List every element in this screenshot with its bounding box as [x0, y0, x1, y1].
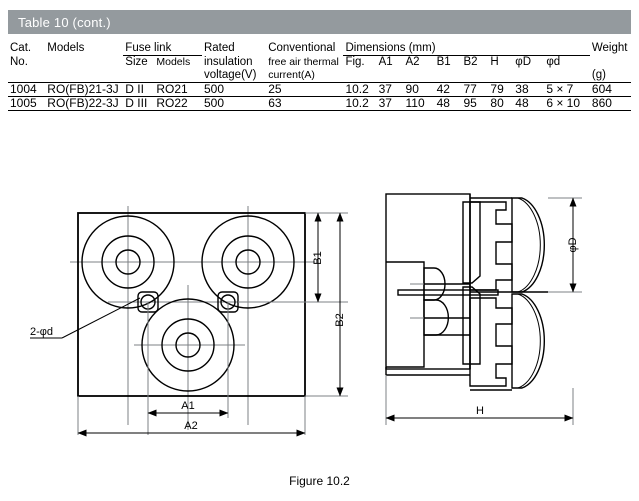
- header-weight-line2: (g): [591, 69, 606, 81]
- table-header-row-1: Cat. Models Fuse link Rated Conventional…: [8, 42, 631, 56]
- cell-rated-voltage: 500: [203, 96, 225, 110]
- cell-models: RO(FB)21-3J: [47, 82, 119, 96]
- header-spacer-e: [343, 69, 376, 83]
- header-spacer-h: [435, 69, 462, 83]
- side-cap-upper: [469, 197, 545, 293]
- dimension-b1-label: B1: [312, 251, 324, 264]
- header-spacer-i: [462, 69, 489, 83]
- header-dimensions-group: Dimensions (mm): [343, 42, 590, 56]
- header-spacer-a: [8, 69, 45, 83]
- front-view-vertical-dimensions: B1 B2: [238, 212, 348, 397]
- cell-a1: 37: [378, 96, 392, 110]
- header-phi-d-capital: φD: [515, 56, 532, 68]
- header-a1: A1: [378, 56, 393, 68]
- header-spacer-c: [123, 69, 154, 83]
- cell-a1: 37: [378, 82, 392, 96]
- side-view-h-dimension: H: [385, 375, 574, 425]
- cell-phi-D: 38: [515, 82, 529, 96]
- hole-callout-label: 2-φd: [30, 326, 53, 338]
- side-body-block: [385, 193, 471, 370]
- side-inner-fin-upper: [462, 201, 481, 284]
- specification-table: Cat. Models Fuse link Rated Conventional…: [8, 42, 631, 111]
- dimension-h-label: H: [476, 405, 484, 417]
- header-spacer-j: [488, 69, 513, 83]
- side-cap-lower: [469, 293, 545, 391]
- side-base-plate: [386, 261, 425, 368]
- header-cat-no-line2: No.: [10, 55, 28, 68]
- cell-models: RO(FB)22-3J: [47, 96, 119, 110]
- table-title-text: Table 10 (cont.): [18, 14, 111, 30]
- cell-fig: 10.2: [345, 96, 369, 110]
- header-rated-line3: voltage(V): [203, 69, 257, 81]
- cell-a2: 110: [405, 96, 425, 110]
- header-conventional-line3: current(A): [268, 69, 315, 81]
- cell-rated-voltage: 500: [203, 82, 225, 96]
- front-view: 2-φd B1 B2 A1 A2: [30, 206, 348, 437]
- cell-cat-no: 1004: [10, 82, 37, 96]
- side-terminal-screw-lower: [410, 299, 470, 336]
- header-spacer-k: [513, 69, 544, 83]
- cell-b2: 77: [463, 82, 477, 96]
- cell-fuse-models: RO22: [156, 96, 188, 110]
- header-b1: B1: [436, 56, 451, 68]
- cell-conventional-current: 25: [268, 82, 282, 96]
- header-models-spacer: [45, 56, 123, 70]
- cell-h: 79: [490, 82, 504, 96]
- table-row: 1004 RO(FB)21-3J D II RO21 500 25 10.2 3…: [8, 83, 631, 97]
- header-cat-no-line1: Cat.: [10, 42, 32, 54]
- header-a2: A2: [405, 56, 420, 68]
- header-models: Models: [47, 42, 85, 54]
- header-weight-line1: Weight: [591, 42, 628, 54]
- technical-drawing: 2-φd B1 B2 A1 A2 φD H: [0, 180, 639, 460]
- side-view: φD H: [385, 193, 582, 425]
- header-fuse-link-group: Fuse link: [123, 42, 202, 56]
- cell-phi-D: 48: [515, 96, 529, 110]
- cell-b1: 48: [436, 96, 450, 110]
- cell-fuse-models: RO21: [156, 82, 188, 96]
- cell-b1: 42: [436, 82, 450, 96]
- header-fuse-size: Size: [125, 56, 148, 68]
- table-row: 1005 RO(FB)22-3J D III RO22 500 63 10.2 …: [8, 97, 631, 111]
- header-fuse-models: Models: [156, 56, 191, 68]
- header-conventional-line2: free air thermal: [268, 55, 339, 68]
- header-conventional-line1: Conventional: [268, 42, 336, 54]
- cell-a2: 90: [405, 82, 419, 96]
- header-spacer-f: [377, 69, 404, 83]
- dimension-a1-label: A1: [181, 400, 194, 412]
- cell-fuse-size: D III: [125, 96, 148, 110]
- cell-weight: 604: [591, 82, 612, 96]
- header-spacer-d: [154, 69, 202, 83]
- cell-phi-d: 6 × 10: [546, 96, 581, 110]
- header-h: H: [490, 56, 499, 68]
- table-header-row-2: No. Size Models insulation free air ther…: [8, 56, 631, 70]
- header-spacer-b: [45, 69, 123, 83]
- header-phi-d-lower: φd: [546, 56, 561, 68]
- header-spacer-g: [404, 69, 435, 83]
- header-weight-spacer: [590, 56, 631, 70]
- cell-h: 80: [490, 96, 504, 110]
- cell-conventional-current: 63: [268, 96, 282, 110]
- cell-weight: 860: [591, 96, 612, 110]
- side-view-phi-d-dimension: φD: [548, 197, 582, 293]
- dimension-a2-label: A2: [184, 420, 197, 432]
- figure-caption: Figure 10.2: [289, 474, 350, 488]
- cell-cat-no: 1005: [10, 96, 37, 110]
- table-header-row-3: voltage(V) current(A) (g): [8, 69, 631, 83]
- front-view-horizontal-dimensions: A1 A2: [77, 302, 306, 437]
- table-title-band: Table 10 (cont.): [8, 10, 631, 34]
- dimension-b2-label: B2: [334, 313, 346, 326]
- cell-b2: 95: [463, 96, 477, 110]
- dimension-phi-d-label: φD: [567, 237, 579, 252]
- cell-fuse-size: D II: [125, 82, 144, 96]
- cell-phi-d: 5 × 7: [546, 82, 574, 96]
- header-rated-line1: Rated: [203, 42, 235, 54]
- header-rated-line2: insulation: [203, 55, 253, 68]
- header-spacer-l: [544, 69, 590, 83]
- header-b2: B2: [463, 56, 478, 68]
- cell-fig: 10.2: [345, 82, 369, 96]
- header-fig: Fig.: [345, 56, 365, 68]
